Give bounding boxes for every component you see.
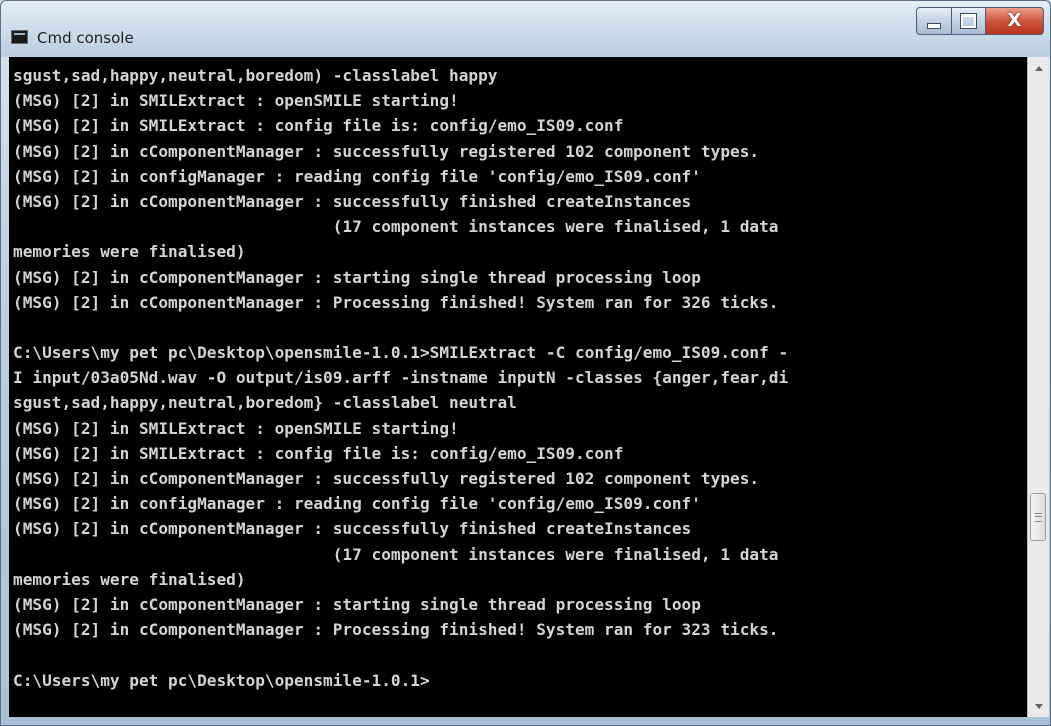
- minimize-button[interactable]: [916, 7, 952, 35]
- console-line: (MSG) [2] in SMILExtract : openSMILE sta…: [13, 91, 459, 111]
- maximize-button[interactable]: [952, 7, 986, 35]
- console-line: sgust,sad,happy,neutral,boredom) -classl…: [13, 66, 498, 85]
- close-button[interactable]: X: [986, 7, 1044, 35]
- console-line: (MSG) [2] in cComponentManager : success…: [13, 469, 760, 488]
- maximize-icon: [960, 13, 977, 29]
- console-line: I input/03a05Nd.wav -O output/is09.arff …: [13, 368, 789, 388]
- console-line: (MSG) [2] in cComponentManager : success…: [13, 141, 760, 161]
- console-line: (MSG) [2] in SMILExtract : config file i…: [13, 116, 624, 136]
- vertical-scrollbar[interactable]: [1027, 57, 1049, 717]
- console-line: (MSG) [2] in configManager : reading con…: [13, 166, 701, 186]
- console-line: (MSG) [2] in SMILExtract : config file i…: [13, 443, 624, 463]
- close-icon: X: [1007, 10, 1022, 31]
- console-line: (MSG) [2] in configManager : reading con…: [13, 494, 701, 514]
- caption-buttons: X: [916, 7, 1044, 37]
- console-line: sgust,sad,happy,neutral,boredom} -classl…: [13, 393, 517, 413]
- console-line: C:\Users\my pet pc\Desktop\opensmile-1.0…: [13, 670, 430, 690]
- console-output[interactable]: sgust,sad,happy,neutral,boredom) -classl…: [9, 57, 1027, 717]
- console-line: (MSG) [2] in SMILExtract : openSMILE sta…: [13, 418, 459, 438]
- console-window: Cmd console X sgust,sad,happy,neutral,bo…: [0, 0, 1051, 726]
- console-line: (MSG) [2] in cComponentManager : success…: [13, 519, 692, 539]
- title-bar[interactable]: Cmd console X: [1, 1, 1050, 57]
- console-line: (MSG) [2] in cComponentManager : success…: [13, 191, 692, 211]
- console-line: (17 component instances were finalised, …: [13, 217, 779, 237]
- window-title: Cmd console: [37, 29, 134, 47]
- console-app-icon[interactable]: [11, 30, 28, 44]
- console-line: (MSG) [2] in cComponentManager : Process…: [13, 292, 779, 312]
- scrollbar-thumb[interactable]: [1030, 493, 1046, 541]
- console-line: (MSG) [2] in cComponentManager : Process…: [13, 620, 779, 640]
- console-line: (17 component instances were finalised, …: [13, 544, 779, 564]
- grip-icon: [1034, 512, 1042, 522]
- console-line: (MSG) [2] in cComponentManager : startin…: [13, 267, 701, 287]
- console-line: memories were finalised): [13, 242, 246, 262]
- console-line: C:\Users\my pet pc\Desktop\opensmile-1.0…: [13, 343, 789, 363]
- scroll-down-arrow-icon[interactable]: [1028, 695, 1049, 717]
- minimize-icon: [927, 23, 941, 29]
- console-line: memories were finalised): [13, 569, 246, 589]
- console-lines: sgust,sad,happy,neutral,boredom) -classl…: [13, 63, 788, 693]
- console-line: (MSG) [2] in cComponentManager : startin…: [13, 594, 701, 614]
- scroll-up-arrow-icon[interactable]: [1028, 57, 1049, 79]
